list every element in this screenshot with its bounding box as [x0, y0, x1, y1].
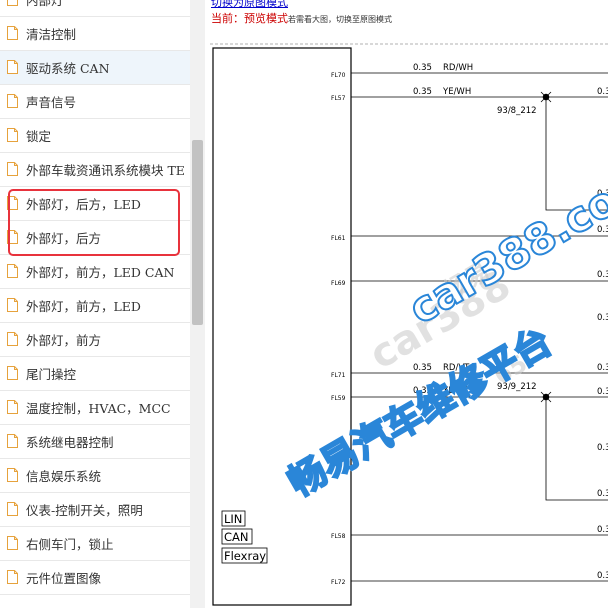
- gauge-label-clipped: 0.3: [597, 313, 608, 323]
- gauge-label-clipped: 0.3: [597, 571, 608, 581]
- wiring-diagram: FL70 FL57 FL61 FL69 FL71 FL59 FL58 FL72: [210, 43, 608, 606]
- sidebar-list: 内部灯 清洁控制 驱动系统 CAN 声音信号 锁定 外部车载资通讯系统模块 TE…: [0, 0, 190, 595]
- sidebar-item-telematics-module[interactable]: 外部车载资通讯系统模块 TE: [0, 153, 190, 187]
- document-icon: [7, 0, 18, 6]
- sidebar-item-label: 信息娱乐系统: [26, 469, 102, 484]
- diagram-panel: 切换为原图模式 当前：预览模式若需看大图，切换至原图模式 FL70 FL57 F…: [205, 0, 608, 608]
- legend-can: CAN: [224, 530, 249, 544]
- legend-lin: LIN: [224, 512, 242, 526]
- legend-flexray: Flexray: [224, 549, 266, 563]
- document-icon: [7, 570, 18, 584]
- wire-color: RD/VT: [443, 363, 470, 373]
- pin-label: FL69: [331, 280, 346, 287]
- sidebar-item-infotainment[interactable]: 信息娱乐系统: [0, 459, 190, 493]
- sidebar-item-tailgate-control[interactable]: 尾门操控: [0, 357, 190, 391]
- document-icon: [7, 400, 18, 414]
- sidebar-item-label: 温度控制，HVAC，MCC: [26, 401, 171, 416]
- sidebar-item-drive-system-can[interactable]: 驱动系统 CAN: [0, 51, 190, 85]
- sidebar-item-label: 外部灯，前方，LED CAN: [26, 265, 175, 280]
- pin-label: FL72: [331, 579, 346, 586]
- sidebar-scrollbar[interactable]: [190, 0, 205, 608]
- sidebar-item-label: 驱动系统 CAN: [26, 61, 110, 76]
- document-icon: [7, 468, 18, 482]
- wire-color: YE/WH: [442, 87, 471, 97]
- wire-gauge: 0.35: [413, 63, 432, 73]
- wire-gauge: 0.35: [413, 87, 432, 97]
- wire-color: YE/VT: [442, 386, 468, 396]
- sidebar-item-label: 元件位置图像: [26, 571, 102, 586]
- sidebar-item-instrument-switch-lighting[interactable]: 仪表-控制开关，照明: [0, 493, 190, 527]
- sidebar-item-label: 外部灯，前方: [26, 333, 102, 348]
- sidebar-item-exterior-front-led-can[interactable]: 外部灯，前方，LED CAN: [0, 255, 190, 289]
- document-icon: [7, 536, 18, 550]
- sidebar-item-right-door-lock[interactable]: 右侧车门，锁止: [0, 527, 190, 561]
- pin-label: FL70: [331, 72, 346, 79]
- sidebar-item-exterior-rear-led[interactable]: 外部灯，后方，LED: [0, 187, 190, 221]
- gauge-label-clipped: 0.3: [597, 87, 608, 97]
- gauge-label-clipped: 0.3: [597, 489, 608, 499]
- document-icon: [7, 298, 18, 312]
- sidebar-item-label: 外部灯，后方: [26, 231, 102, 246]
- sidebar-item-label: 仪表-控制开关，照明: [26, 503, 143, 518]
- gauge-label-clipped: 0.3: [597, 363, 608, 373]
- gauge-label-clipped: 0.3: [597, 443, 608, 453]
- sidebar-item-label: 内部灯: [26, 0, 64, 8]
- pin-label: FL71: [331, 372, 346, 379]
- pin-label: FL57: [331, 95, 346, 102]
- sidebar: 内部灯 清洁控制 驱动系统 CAN 声音信号 锁定 外部车载资通讯系统模块 TE…: [0, 0, 205, 608]
- gauge-label-clipped: 0.3: [597, 387, 608, 397]
- document-icon: [7, 128, 18, 142]
- gauge-label-clipped: 0.3: [597, 225, 608, 235]
- document-icon: [7, 264, 18, 278]
- sidebar-item-exterior-rear[interactable]: 外部灯，后方: [0, 221, 190, 255]
- sidebar-item-label: 声音信号: [26, 95, 77, 110]
- document-icon: [7, 60, 18, 74]
- document-icon: [7, 434, 18, 448]
- sidebar-item-label: 外部灯，前方，LED: [26, 299, 141, 314]
- pin-label: FL59: [331, 395, 346, 402]
- document-icon: [7, 366, 18, 380]
- wire-gauge: 0.35: [413, 363, 432, 373]
- wire-gauge: 0.35: [413, 386, 432, 396]
- scrollbar-thumb[interactable]: [192, 140, 203, 325]
- gauge-label-clipped: 0.3: [597, 270, 608, 280]
- document-icon: [7, 162, 18, 176]
- document-icon: [7, 26, 18, 40]
- pin-label: FL61: [331, 235, 346, 242]
- sidebar-item-locking[interactable]: 锁定: [0, 119, 190, 153]
- document-icon: [7, 94, 18, 108]
- sidebar-item-label: 外部灯，后方，LED: [26, 197, 141, 212]
- sidebar-item-exterior-front-led[interactable]: 外部灯，前方，LED: [0, 289, 190, 323]
- sidebar-item-cleaning-control[interactable]: 清洁控制: [0, 17, 190, 51]
- sidebar-item-label: 清洁控制: [26, 27, 77, 42]
- sidebar-item-label: 锁定: [26, 129, 52, 144]
- document-icon: [7, 230, 18, 244]
- sidebar-item-label: 系统继电器控制: [26, 435, 114, 450]
- sidebar-item-interior-lights[interactable]: 内部灯: [0, 0, 190, 17]
- pin-label: FL58: [331, 533, 346, 540]
- sidebar-item-label: 右侧车门，锁止: [26, 537, 114, 552]
- sidebar-item-label: 外部车载资通讯系统模块 TE: [26, 163, 185, 178]
- sidebar-item-system-relay-control[interactable]: 系统继电器控制: [0, 425, 190, 459]
- document-icon: [7, 502, 18, 516]
- sidebar-item-label: 尾门操控: [26, 367, 77, 382]
- sidebar-item-temperature-control[interactable]: 温度控制，HVAC，MCC: [0, 391, 190, 425]
- sidebar-item-component-location-images[interactable]: 元件位置图像: [0, 561, 190, 595]
- splice-label: 93/9_212: [497, 382, 537, 392]
- wire-color: RD/WH: [443, 63, 473, 73]
- gauge-label-clipped: 0.3: [597, 525, 608, 535]
- sidebar-item-exterior-front[interactable]: 外部灯，前方: [0, 323, 190, 357]
- document-icon: [7, 196, 18, 210]
- sidebar-item-sound-signal[interactable]: 声音信号: [0, 85, 190, 119]
- splice-label: 93/8_212: [497, 106, 537, 116]
- gauge-label-clipped: 0.3: [597, 189, 608, 199]
- document-icon: [7, 332, 18, 346]
